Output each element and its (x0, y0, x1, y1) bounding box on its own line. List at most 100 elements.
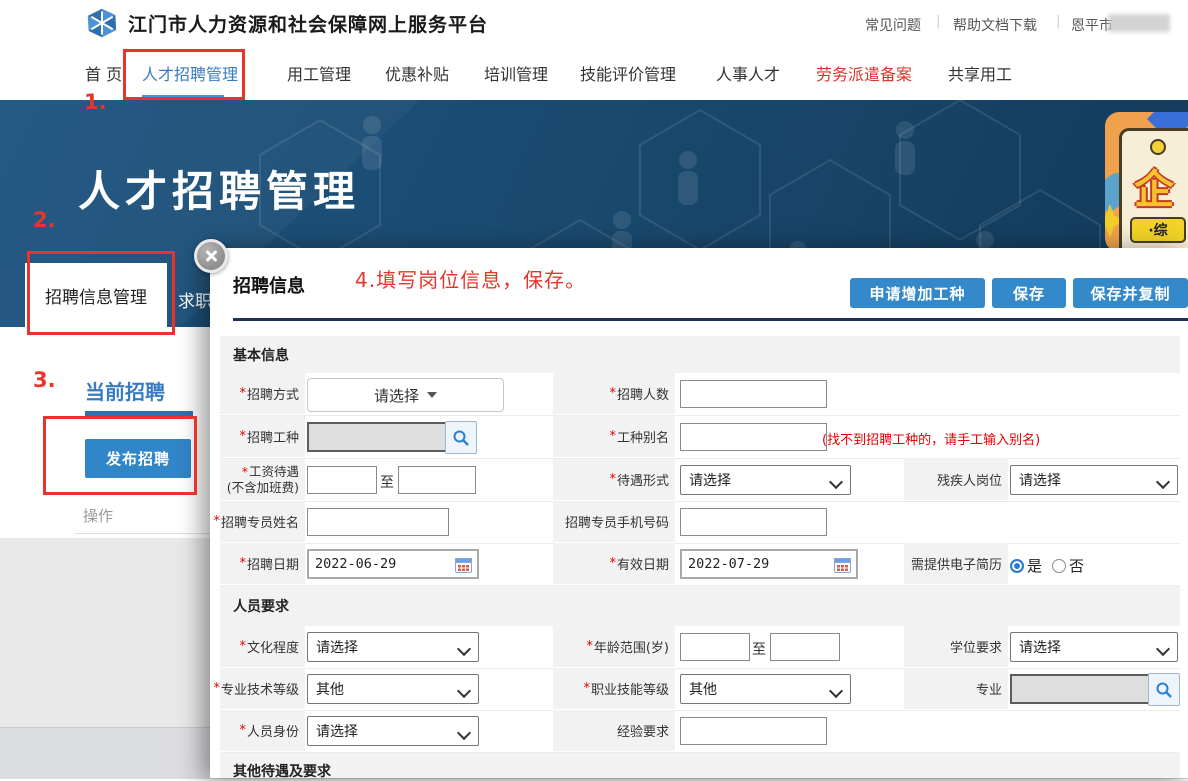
nav-hr-talent[interactable]: 人事人才 (716, 61, 780, 85)
badge-text: 企 (1134, 157, 1174, 215)
close-x-glyph (204, 249, 218, 263)
section-personnel-req-label: 人员要求 (233, 596, 289, 616)
degree-select[interactable]: 请选择 (1010, 632, 1178, 662)
separator: | (936, 14, 940, 29)
nav-subsidy[interactable]: 优惠补贴 (385, 61, 449, 85)
age-to-input[interactable] (770, 633, 840, 661)
worktype-alias-hint: (找不到招聘工种的，请手工输入别名) (822, 429, 1040, 448)
age-from-input[interactable] (680, 633, 750, 661)
annotation-step4: 4.填写岗位信息，保存。 (355, 264, 586, 293)
resume-no-radio[interactable]: 否 (1052, 555, 1084, 576)
valid-date-label: * 有效日期 (553, 543, 675, 584)
form-row-worktype: * 招聘工种 * 工种别名 (找不到招聘工种的，请手工输入别名) (220, 416, 1180, 459)
valid-date-input[interactable]: 2022-07-29 (680, 549, 858, 579)
recruit-method-dropdown[interactable]: 请选择 (307, 378, 504, 412)
need-resume-label: 需提供电子简历 (904, 543, 1008, 584)
salary-label: *工资待遇 (不含加班费) (220, 459, 305, 500)
account-redacted-blur (1108, 14, 1170, 32)
worktype-search-button[interactable] (445, 421, 477, 454)
badge-hole-decor (1150, 139, 1166, 155)
top-bar: 江门市人力资源和社会保障网上服务平台 常见问题 | 帮助文档下载 | 恩平市 (0, 0, 1188, 45)
recruit-worktype-input[interactable] (307, 422, 449, 452)
table-header-divider (75, 533, 210, 534)
age-range-label: * 年龄范围(岁) (553, 626, 675, 667)
worktype-alias-input[interactable] (680, 423, 827, 451)
form-row-education: * 文化程度 请选择 * 年龄范围(岁) 至 学位要求 请选择 (220, 626, 1180, 669)
experience-input[interactable] (680, 717, 827, 745)
subtab-current-recruit[interactable]: 当前招聘 (85, 376, 165, 405)
nav-home[interactable]: 首 页 (85, 61, 122, 85)
form-row-dates: * 招聘日期 2022-06-29 * 有效日期 2022-07-29 需提供电… (220, 543, 1180, 586)
disabled-post-select[interactable]: 请选择 (1010, 465, 1178, 495)
chevron-down-icon (1156, 642, 1170, 656)
major-input[interactable] (1010, 674, 1154, 704)
recruit-count-label: * 招聘人数 (553, 373, 675, 414)
form-row-levels: * 专业技术等级 其他 * 职业技能等级 其他 专业 (220, 668, 1180, 711)
worktype-alias-label: * 工种别名 (553, 416, 675, 457)
calendar-icon (834, 557, 851, 573)
nav-shared-employment[interactable]: 共享用工 (948, 61, 1012, 85)
salary-range-separator: 至 (380, 472, 394, 492)
recruiter-name-label: * 招聘专员姓名 (220, 501, 305, 542)
tab-job-seek-partial[interactable]: 求职 (178, 287, 212, 312)
nav-labor-dispatch[interactable]: 劳务派遣备案 (816, 61, 912, 85)
recruiter-name-input[interactable] (307, 508, 449, 536)
recruiter-phone-label: 招聘专员手机号码 (553, 501, 675, 542)
modal-divider (233, 318, 1188, 321)
tech-level-label: * 专业技术等级 (220, 668, 305, 709)
request-add-worktype-button[interactable]: 申请增加工种 (850, 278, 985, 308)
close-icon[interactable] (194, 239, 228, 273)
site-title: 江门市人力资源和社会保障网上服务平台 (128, 10, 488, 37)
section-other-req-label: 其他待遇及要求 (233, 761, 331, 781)
salary-from-input[interactable] (307, 466, 377, 494)
badge-pill-text: ·综 (1130, 217, 1186, 243)
chevron-down-icon (1156, 475, 1170, 489)
faq-link[interactable]: 常见问题 (865, 15, 921, 35)
badge-card: 企 ·综 (1119, 128, 1188, 252)
pay-form-label: * 待遇形式 (553, 459, 675, 500)
identity-label: * 人员身份 (220, 710, 305, 751)
save-and-copy-button[interactable]: 保存并复制 (1073, 278, 1188, 308)
chevron-down-icon (457, 726, 471, 740)
save-button[interactable]: 保存 (992, 278, 1066, 308)
radio-selected-icon (1010, 559, 1024, 573)
need-resume-radio-group: 是 否 (1010, 555, 1084, 576)
chevron-down-icon (457, 684, 471, 698)
nav-skill-evaluation[interactable]: 技能评价管理 (580, 61, 676, 85)
recruit-method-label: * 招聘方式 (220, 373, 305, 414)
major-search-button[interactable] (1148, 673, 1180, 706)
annotation-step3: 3. (33, 368, 56, 392)
operation-column-header: 操作 (83, 505, 113, 526)
annotation-box-nav (123, 49, 245, 100)
nav-employment[interactable]: 用工管理 (287, 61, 351, 85)
chevron-down-icon (829, 475, 843, 489)
search-icon (1155, 681, 1173, 699)
modal-title: 招聘信息 (233, 272, 305, 298)
site-logo-icon (86, 7, 118, 39)
promo-badge[interactable]: 企 ·综 (1105, 112, 1188, 252)
page-title: 人才招聘管理 (78, 158, 360, 219)
recruit-worktype-label: * 招聘工种 (220, 416, 305, 457)
resume-yes-radio[interactable]: 是 (1010, 555, 1042, 576)
pay-form-select[interactable]: 请选择 (680, 465, 851, 495)
education-label: * 文化程度 (220, 626, 305, 667)
recruit-count-input[interactable] (680, 380, 827, 408)
recruit-date-input[interactable]: 2022-06-29 (307, 549, 479, 579)
account-name[interactable]: 恩平市 (1071, 15, 1113, 35)
major-label: 专业 (904, 668, 1008, 709)
skill-level-select[interactable]: 其他 (680, 674, 851, 704)
salary-to-input[interactable] (398, 466, 476, 494)
education-select[interactable]: 请选择 (307, 632, 479, 662)
help-download-link[interactable]: 帮助文档下载 (953, 15, 1037, 35)
separator: | (1056, 14, 1060, 29)
form-row-salary: *工资待遇 (不含加班费) 至 * 待遇形式 请选择 残疾人岗位 请选择 (220, 459, 1180, 502)
experience-label: 经验要求 (553, 710, 675, 751)
annotation-box-publish (43, 416, 197, 495)
tech-level-select[interactable]: 其他 (307, 674, 479, 704)
skill-level-label: * 职业技能等级 (553, 668, 675, 709)
section-basic-info-label: 基本信息 (233, 345, 289, 365)
radio-unselected-icon (1052, 559, 1066, 573)
recruiter-phone-input[interactable] (680, 508, 827, 536)
identity-select[interactable]: 请选择 (307, 716, 479, 746)
nav-training[interactable]: 培训管理 (484, 61, 548, 85)
